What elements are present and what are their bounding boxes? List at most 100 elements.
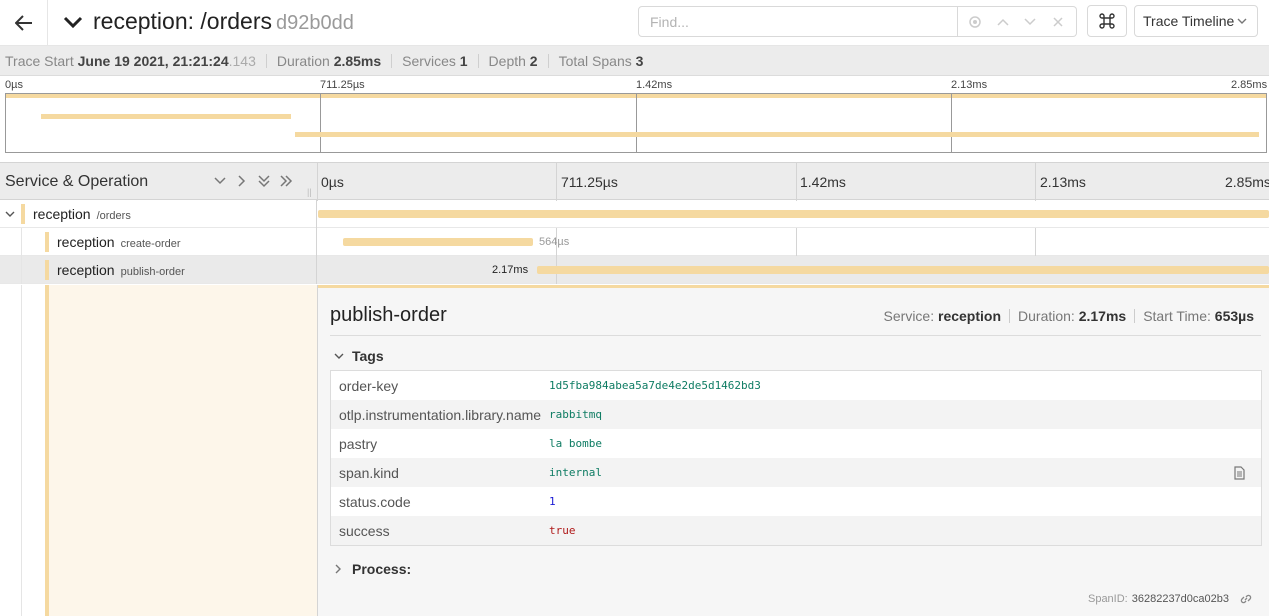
- page-title: reception: /orders d92b0dd: [93, 8, 354, 35]
- minimap-gridline: [636, 94, 637, 152]
- column-resize-handle[interactable]: ||: [307, 187, 312, 197]
- summary-duration: Duration 2.85ms: [277, 53, 393, 68]
- span-row[interactable]: reception/orders: [0, 200, 1269, 228]
- expand-all-icon[interactable]: [278, 172, 294, 190]
- timeline-gridline: [556, 163, 557, 201]
- minimap-gridline: [320, 94, 321, 152]
- next-match-icon[interactable]: [1022, 14, 1038, 30]
- column-divider: [317, 163, 318, 201]
- span-id: SpanID: 36282237d0ca02b3: [1088, 592, 1253, 606]
- arrow-left-icon: [14, 14, 32, 31]
- span-detail-meta: Service: reception Duration: 2.17ms Star…: [876, 309, 1262, 323]
- timeline-gridline: [1035, 163, 1036, 201]
- divider: [330, 335, 1261, 336]
- tree-guide: [21, 256, 22, 284]
- detail-start-time: Start Time: 653µs: [1134, 309, 1262, 323]
- minimap-tick: 2.13ms: [951, 79, 988, 91]
- tag-key: order-key: [339, 377, 399, 394]
- tag-key: status.code: [339, 493, 411, 510]
- command-key-icon: [1099, 13, 1115, 29]
- trace-minimap[interactable]: [5, 93, 1267, 153]
- tag-key: otlp.instrumentation.library.name: [339, 406, 542, 423]
- clear-search-icon[interactable]: [1050, 14, 1066, 30]
- span-duration-label: 564µs: [539, 236, 570, 248]
- process-label: Process:: [352, 561, 412, 577]
- summary-trace-start: Trace Start June 19 2021, 21:21:24.143: [5, 53, 267, 68]
- collapse-all-icon[interactable]: [256, 172, 272, 190]
- find-controls: [957, 6, 1077, 37]
- service-color-marker: [45, 232, 49, 252]
- chevron-down-icon: [334, 353, 344, 359]
- span-id-label: SpanID:: [1087, 593, 1128, 605]
- tag-value: 1d5fba984abea5a7de4e2de5d1462bd3: [549, 379, 761, 392]
- timeline-tick: 2.85ms: [1225, 174, 1269, 190]
- minimap-gridline: [951, 94, 952, 152]
- locate-icon[interactable]: [967, 14, 983, 30]
- tag-row: success true: [331, 516, 1261, 545]
- tag-value: la bombe: [549, 437, 602, 450]
- tag-key: pastry: [339, 435, 378, 452]
- trace-summary: Trace Start June 19 2021, 21:21:24.143 D…: [0, 46, 1269, 76]
- span-row-label: reception create-order: [0, 228, 317, 256]
- find-input[interactable]: [638, 6, 958, 37]
- tag-key: success: [339, 522, 390, 539]
- detail-duration: Duration: 2.17ms: [1009, 309, 1134, 323]
- tags-table: order-key 1d5fba984abea5a7de4e2de5d1462bd…: [330, 370, 1262, 546]
- span-id-value: 36282237d0ca02b3: [1131, 593, 1229, 605]
- tree-guide: [21, 228, 22, 256]
- collapse-one-icon[interactable]: [212, 172, 228, 190]
- tag-row: otlp.instrumentation.library.name rabbitm…: [331, 400, 1261, 429]
- tag-row: status.code 1: [331, 487, 1261, 516]
- span-row[interactable]: reception create-order 564µs: [0, 228, 1269, 256]
- span-detail: publish-order Service: reception Duratio…: [318, 285, 1269, 616]
- summary-total-spans: Total Spans 3: [558, 52, 644, 69]
- timeline-tick: 2.13ms: [1040, 174, 1086, 190]
- keyboard-shortcuts-button[interactable]: [1087, 5, 1127, 37]
- span-bar[interactable]: [343, 238, 533, 246]
- timeline-tick: 0µs: [321, 174, 344, 190]
- tag-row: order-key 1d5fba984abea5a7de4e2de5d1462bd…: [331, 371, 1261, 400]
- chevron-down-icon: [1237, 18, 1247, 24]
- process-section-toggle[interactable]: Process:: [334, 561, 411, 577]
- tag-value: true: [549, 524, 576, 537]
- view-select[interactable]: Trace Timeline: [1134, 5, 1258, 37]
- trace-title: reception: /orders: [93, 8, 272, 34]
- span-name: reception create-order: [57, 234, 181, 250]
- trace-id: d92b0dd: [275, 12, 354, 34]
- span-name: reception publish-order: [57, 262, 185, 278]
- span-bar[interactable]: [537, 266, 1269, 274]
- detail-service: Service: reception: [883, 308, 1002, 324]
- service-color-marker: [45, 260, 49, 280]
- span-bar[interactable]: [318, 210, 1269, 218]
- minimap-bar: [295, 132, 1259, 137]
- summary-depth: Depth 2: [489, 53, 549, 68]
- span-detail-title: publish-order: [330, 304, 447, 326]
- tag-row: span.kind internal: [331, 458, 1261, 487]
- minimap-tick: 2.85ms: [1231, 79, 1268, 91]
- prev-match-icon[interactable]: [995, 14, 1011, 30]
- span-name: reception/orders: [33, 206, 131, 222]
- span-row-selected[interactable]: reception publish-order 2.17ms: [0, 256, 1269, 284]
- minimap-bar: [41, 114, 291, 119]
- link-icon[interactable]: [1239, 592, 1253, 606]
- minimap-tick: 1.42ms: [636, 79, 673, 91]
- trace-header: reception: /ordersd92b0dd Trace Timeline: [0, 0, 1269, 46]
- view-select-label: Trace Timeline: [1143, 13, 1235, 29]
- timeline-gridline: [1035, 228, 1036, 256]
- chevron-down-icon[interactable]: [62, 9, 84, 35]
- span-detail-gutter-fill: [49, 285, 317, 616]
- service-color-marker: [45, 285, 49, 616]
- tag-value: rabbitmq: [549, 408, 602, 421]
- chevron-down-icon[interactable]: [5, 210, 15, 218]
- chevron-right-icon: [335, 564, 341, 574]
- back-button[interactable]: [0, 0, 48, 45]
- copy-icon[interactable]: [1233, 465, 1245, 480]
- tag-value: 1: [549, 495, 556, 508]
- expand-one-icon[interactable]: [234, 172, 250, 190]
- timeline-gridline: [796, 228, 797, 256]
- service-operation-title: Service & Operation: [5, 173, 149, 190]
- tags-section-toggle[interactable]: Tags: [334, 348, 384, 364]
- service-color-marker: [21, 204, 25, 224]
- tag-row: pastry la bombe: [331, 429, 1261, 458]
- tree-controls: [212, 172, 294, 190]
